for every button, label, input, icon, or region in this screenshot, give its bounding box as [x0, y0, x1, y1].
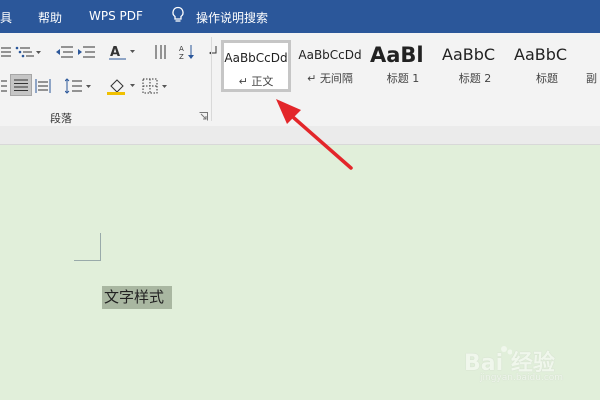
watermark-url: jingyan.baidu.com [480, 373, 564, 383]
red-arrow-annotation [276, 99, 353, 170]
